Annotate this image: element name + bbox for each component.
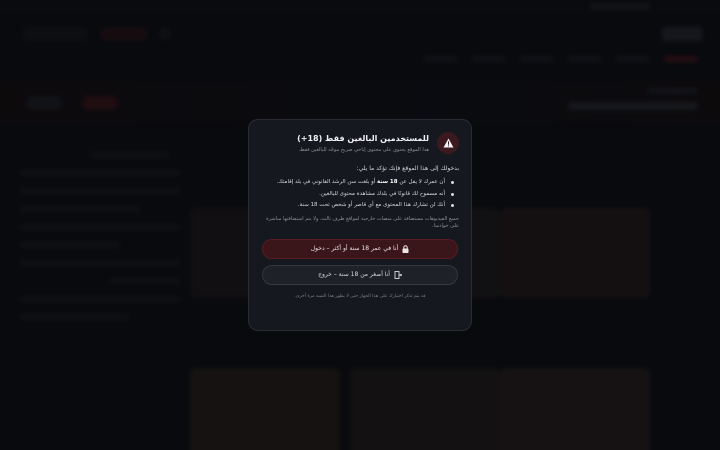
enter-button[interactable]: أنا في عمر 18 سنة أو أكثر – دخول: [262, 238, 458, 259]
enter-button-label: أنا في عمر 18 سنة أو أكثر – دخول: [310, 245, 399, 252]
exit-button[interactable]: أنا أصغر من 18 سنة – خروج: [262, 264, 458, 285]
modal-footer-note: قد يتم تذكر اختيارك على هذا الجهاز حتى ل…: [294, 293, 426, 299]
exit-door-icon: [394, 270, 402, 279]
confirmation-list: أن عمرك لا يقل عن 18 سنة أو بلغت سن الرش…: [261, 178, 459, 210]
list-item: أنه مسموح لك قانونًا في بلدك مشاهدة محتو…: [261, 190, 455, 199]
lock-icon: [402, 244, 409, 253]
modal-header: للمستخدمين البالغين فقط (18+) هذا الموقع…: [261, 132, 459, 154]
modal-title: للمستخدمين البالغين فقط (18+): [297, 134, 429, 143]
exit-button-label: أنا أصغر من 18 سنة – خروج: [318, 271, 390, 278]
modal-intro: بدخولك إلى هذا الموقع فإنك تؤكد ما يلي:: [356, 165, 459, 172]
list-item: أنك لن تشارك هذا المحتوى مع أي قاصر أو ش…: [261, 201, 455, 210]
list-item: أن عمرك لا يقل عن 18 سنة أو بلغت سن الرش…: [261, 178, 455, 187]
modal-subtitle: هذا الموقع يحتوي على محتوى إباحي صريح مو…: [298, 147, 429, 153]
warning-icon: [437, 132, 459, 154]
age-verification-modal: للمستخدمين البالغين فقط (18+) هذا الموقع…: [248, 119, 472, 331]
hosting-note: جميع الفيديوهات مستضافة على منصات خارجية…: [266, 215, 459, 230]
